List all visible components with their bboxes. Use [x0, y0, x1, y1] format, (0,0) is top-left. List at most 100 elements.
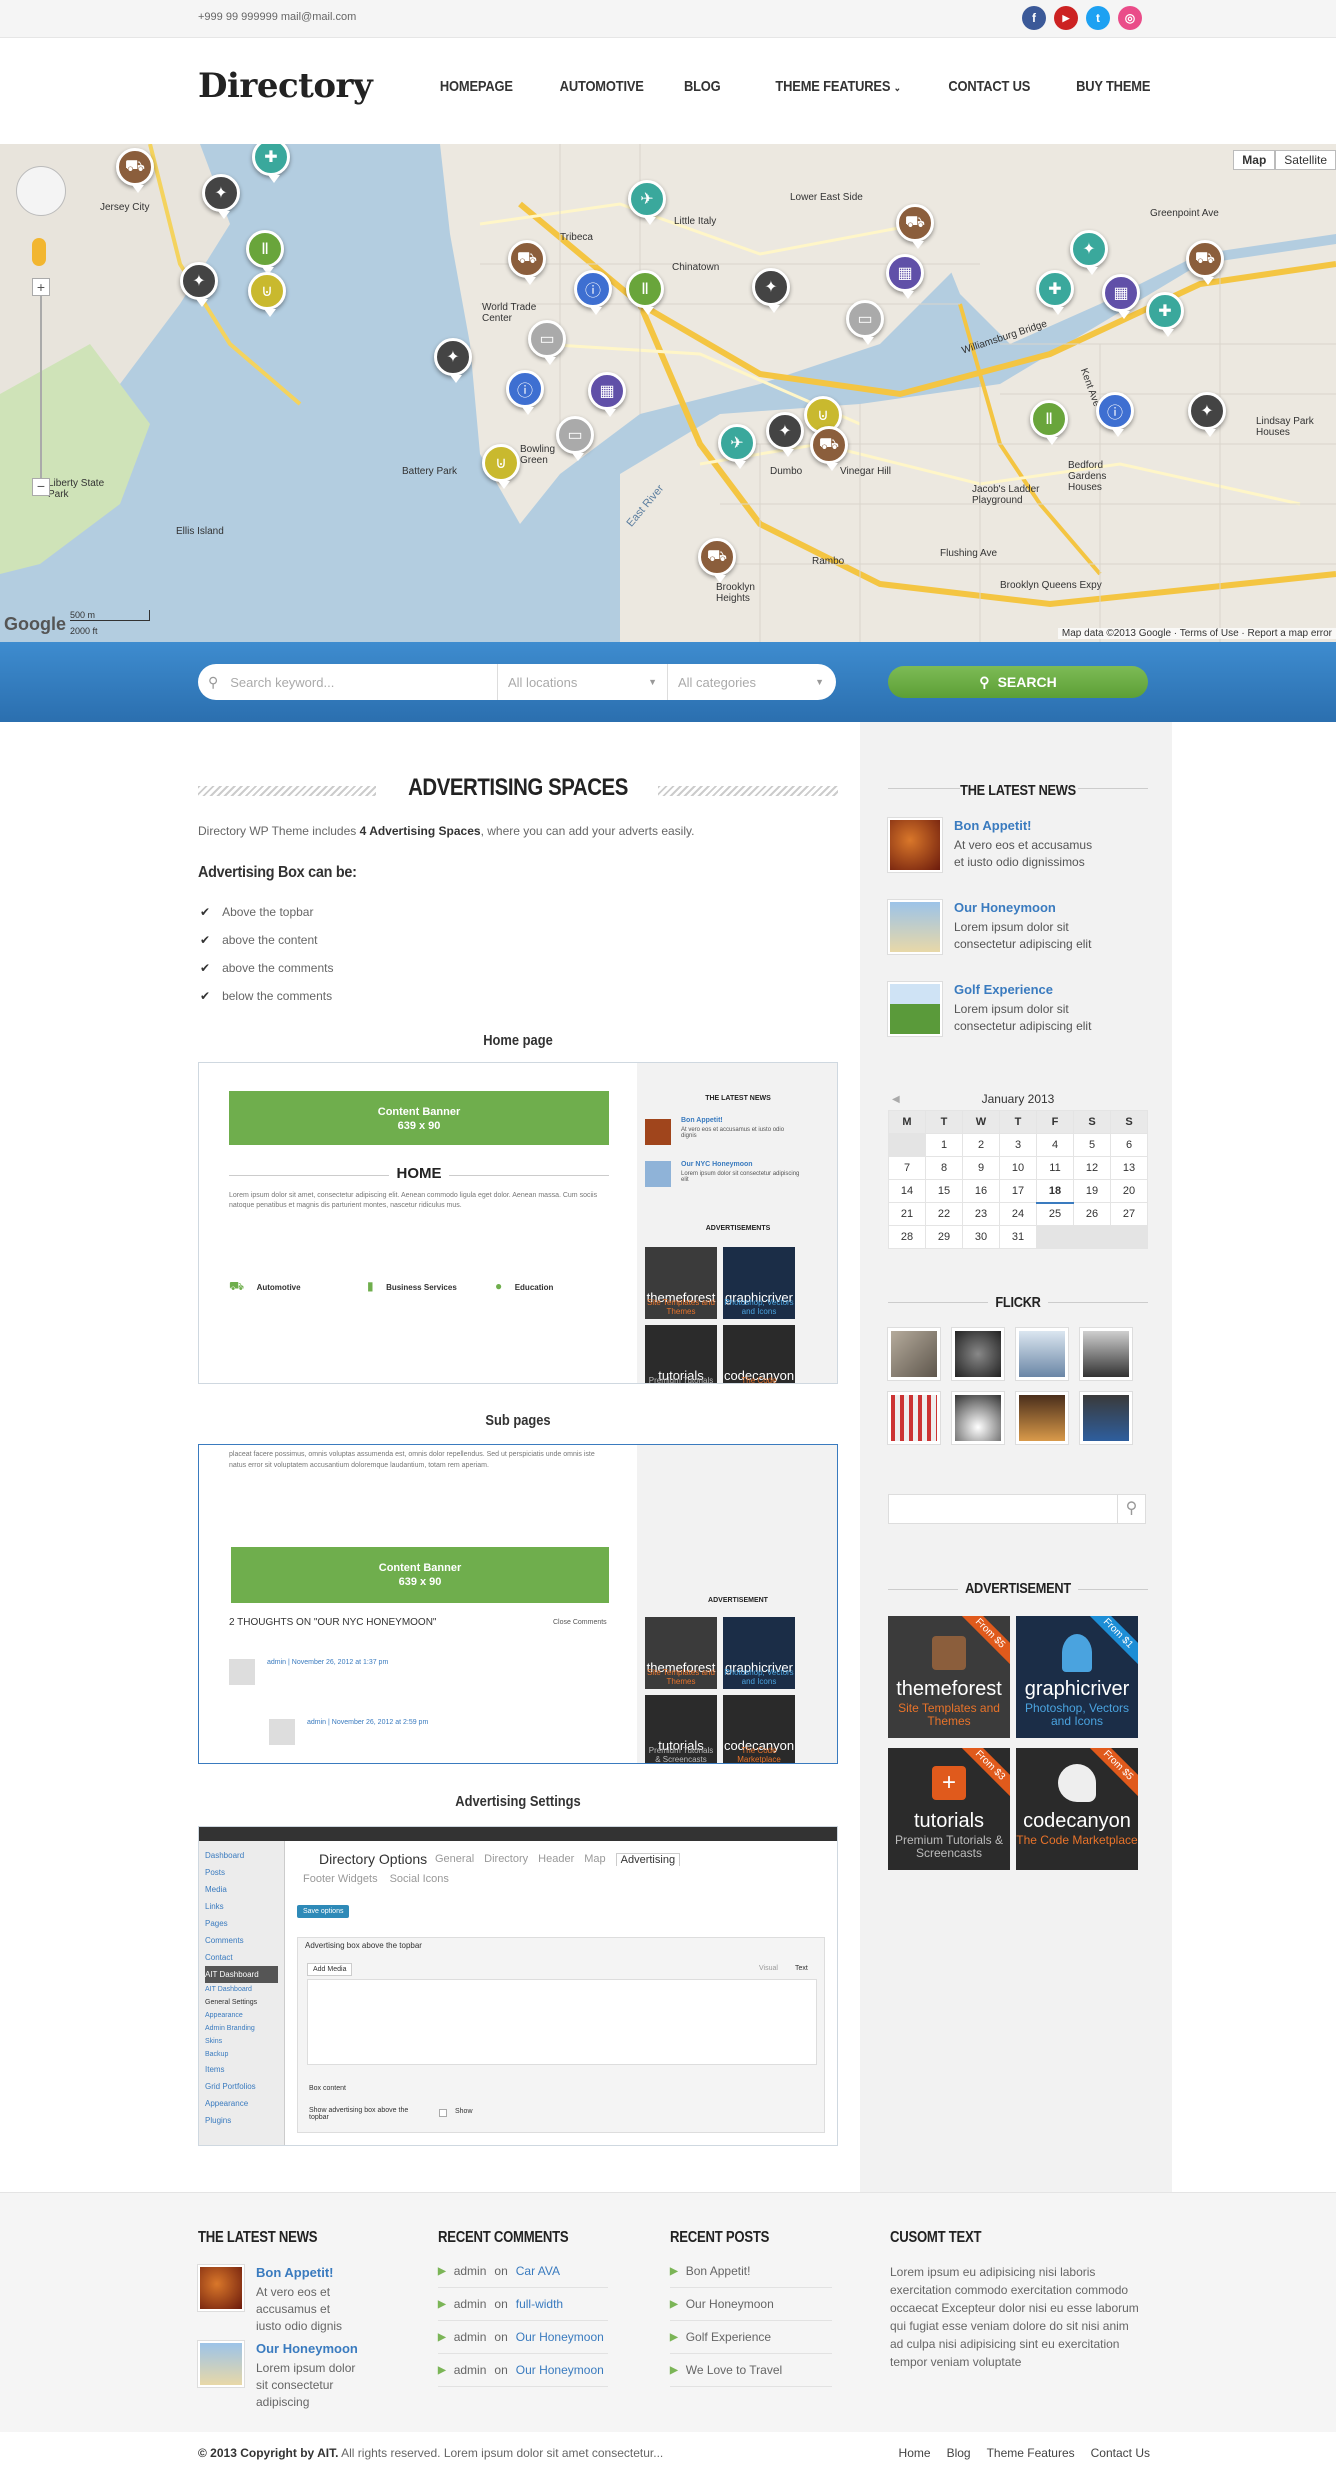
preview-ad-tutorials[interactable]: tutorials Premium Tutorials & Screencast…	[645, 1325, 717, 1383]
preview-ad-graphicriver[interactable]: graphicriver Photoshop, Vectors and Icon…	[723, 1617, 795, 1689]
wp-menu-item[interactable]: Posts	[205, 1864, 278, 1881]
map-pin-sport-6[interactable]: ✦	[1070, 230, 1108, 275]
map-pin-sport-3[interactable]: ✦	[752, 268, 790, 313]
map-type-map[interactable]: Map	[1233, 150, 1276, 170]
list-item[interactable]: ▶ We Love to Travel	[670, 2354, 832, 2387]
preview-ad-tutorials[interactable]: tutorials Premium Tutorials & Screencast…	[645, 1695, 717, 1763]
wp-menu-item[interactable]: Appearance	[205, 2009, 278, 2022]
map-pin-sport[interactable]: ✦	[202, 174, 240, 219]
calendar-day[interactable]: 22	[925, 1202, 963, 1226]
calendar-day[interactable]: 15	[925, 1179, 963, 1203]
wp-menu-item[interactable]: AIT Dashboard	[205, 1983, 278, 1996]
ad-tutorials[interactable]: From $3 + tutorials Premium Tutorials & …	[888, 1748, 1010, 1870]
sidebar-news-item[interactable]: Bon Appetit! At vero eos et accusamus et…	[888, 818, 1104, 872]
preview-ad-graphicriver[interactable]: graphicriver Photoshop, Vectors and Icon…	[723, 1247, 795, 1319]
zoom-out-button[interactable]: −	[32, 478, 50, 496]
map[interactable]: Jersey City Tribeca World Trade Center C…	[0, 144, 1336, 642]
map-pin-car-3[interactable]: ⛟	[810, 426, 848, 471]
news-title[interactable]: Bon Appetit!	[954, 818, 1104, 833]
dribbble-icon[interactable]: ◎	[1118, 6, 1142, 30]
map-pin-monitor-3[interactable]: ▭	[846, 300, 884, 345]
google-logo[interactable]: Google	[4, 614, 66, 635]
ad-graphicriver[interactable]: From $1 graphicriver Photoshop, Vectors …	[1016, 1616, 1138, 1738]
map-pan-control[interactable]	[16, 166, 66, 216]
comment-link[interactable]: full-width	[516, 2297, 563, 2311]
calendar-day[interactable]: 20	[1110, 1179, 1148, 1203]
calendar-day[interactable]: 26	[1073, 1202, 1111, 1226]
news-title[interactable]: Our Honeymoon	[954, 900, 1104, 915]
map-pin-building-2[interactable]: ▦	[886, 254, 924, 299]
calendar-day[interactable]: 24	[999, 1202, 1037, 1226]
post-link[interactable]: Bon Appetit!	[686, 2264, 751, 2278]
map-pin-food[interactable]: Ⅱ	[246, 230, 284, 275]
wp-menu-item[interactable]: Dashboard	[205, 1847, 278, 1864]
wp-menu-item[interactable]: Contact	[205, 1949, 278, 1966]
tab-map[interactable]: Map	[584, 1853, 605, 1866]
preview-close-comments[interactable]: Close Comments	[553, 1619, 607, 1626]
calendar-day[interactable]: 2	[962, 1133, 1000, 1157]
nav-contact-us[interactable]: CONTACT US	[948, 78, 1030, 95]
calendar-day[interactable]: 28	[888, 1225, 926, 1249]
flickr-photo[interactable]	[1016, 1328, 1068, 1380]
map-pin-car-6[interactable]: ⛟	[698, 538, 736, 583]
bottom-link-blog[interactable]: Blog	[947, 2446, 971, 2460]
map-pin-building-3[interactable]: ▦	[1102, 274, 1140, 319]
wp-menu-item[interactable]: Grid Portfolios	[205, 2078, 278, 2095]
calendar-day[interactable]: 30	[962, 1225, 1000, 1249]
comment-link[interactable]: Car AVA	[516, 2264, 560, 2278]
flickr-photo[interactable]	[1080, 1328, 1132, 1380]
sidebar-news-item[interactable]: Golf Experience Lorem ipsum dolor sit co…	[888, 982, 1104, 1036]
nav-buy-theme[interactable]: BUY THEME	[1076, 78, 1150, 95]
footer-news-item[interactable]: Our Honeymoon Lorem ipsum dolor sit cons…	[198, 2341, 358, 2411]
calendar-day[interactable]: 10	[999, 1156, 1037, 1180]
wp-menu-item[interactable]: Plugins	[205, 2112, 278, 2129]
wp-menu-item-active[interactable]: AIT Dashboard	[205, 1966, 278, 1983]
preview-ad-themeforest[interactable]: themeforest Site Templates and Themes	[645, 1247, 717, 1319]
wp-menu-item[interactable]: Backup	[205, 2048, 278, 2061]
category-select[interactable]: All categories ▼	[668, 664, 836, 700]
calendar-day[interactable]: 1	[925, 1133, 963, 1157]
map-pin-plane[interactable]: ✈	[628, 180, 666, 225]
calendar-day[interactable]: 3	[999, 1133, 1037, 1157]
save-options-button[interactable]: Save options	[297, 1905, 350, 1918]
tab-header[interactable]: Header	[538, 1853, 574, 1866]
wp-menu-item[interactable]: Appearance	[205, 2095, 278, 2112]
map-pin-building[interactable]: ▦	[588, 372, 626, 417]
zoom-slider[interactable]	[40, 296, 42, 478]
calendar-day[interactable]: 31	[999, 1225, 1037, 1249]
wp-menu-item[interactable]: Items	[205, 2061, 278, 2078]
search-input[interactable]: ⚲ Search keyword...	[198, 664, 498, 700]
map-pin-monitor-2[interactable]: ▭	[556, 416, 594, 461]
wp-menu-item[interactable]: Pages	[205, 1915, 278, 1932]
map-pin-info[interactable]: ⓘ	[574, 270, 612, 315]
news-title[interactable]: Golf Experience	[954, 982, 1104, 997]
flickr-photo[interactable]	[888, 1392, 940, 1444]
calendar-day[interactable]: 16	[962, 1179, 1000, 1203]
calendar-day[interactable]: 11	[1036, 1156, 1074, 1180]
tab-social-icons[interactable]: Social Icons	[390, 1873, 449, 1885]
footer-news-item[interactable]: Bon Appetit! At vero eos et accusamus et…	[198, 2265, 356, 2335]
tab-directory[interactable]: Directory	[484, 1853, 528, 1866]
show-checkbox[interactable]	[439, 2109, 447, 2117]
calendar-day[interactable]: 14	[888, 1179, 926, 1203]
zoom-in-button[interactable]: +	[32, 278, 50, 296]
news-title[interactable]: Our Honeymoon	[256, 2341, 358, 2356]
text-tab[interactable]: Text	[795, 1965, 808, 1972]
calendar-day[interactable]: 29	[925, 1225, 963, 1249]
map-pin-info-3[interactable]: ⓘ	[1096, 392, 1134, 437]
map-pin-car-4[interactable]: ⛟	[896, 204, 934, 249]
calendar-day[interactable]: 5	[1073, 1133, 1111, 1157]
tab-advertising[interactable]: Advertising	[615, 1853, 681, 1866]
location-select[interactable]: All locations ▼	[498, 664, 668, 700]
map-pin-plane-2[interactable]: ✈	[718, 424, 756, 469]
calendar-day[interactable]: 6	[1110, 1133, 1148, 1157]
calendar-day[interactable]: 21	[888, 1202, 926, 1226]
logo[interactable]: Directory	[198, 66, 373, 106]
list-item[interactable]: ▶ Our Honeymoon	[670, 2288, 832, 2321]
calendar-day[interactable]: 12	[1073, 1156, 1111, 1180]
search-icon[interactable]: ⚲	[1117, 1495, 1145, 1523]
tab-footer-widgets[interactable]: Footer Widgets	[303, 1873, 378, 1885]
calendar-day[interactable]: 18	[1036, 1179, 1074, 1204]
chevron-left-icon[interactable]: ◀	[892, 1094, 900, 1105]
flickr-photo[interactable]	[952, 1328, 1004, 1380]
